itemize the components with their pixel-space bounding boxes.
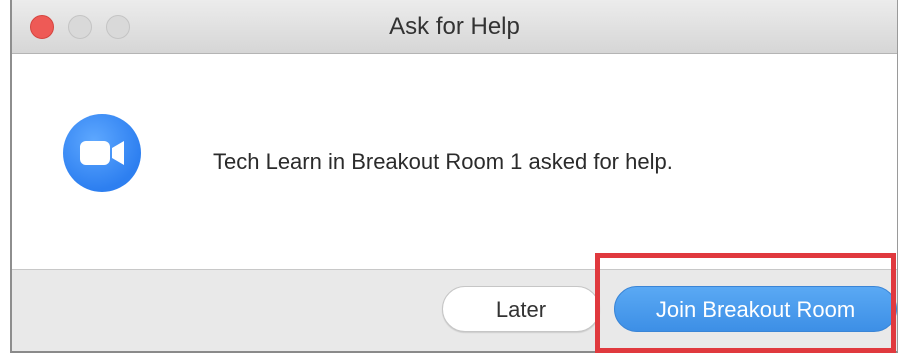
dialog-footer: Later Join Breakout Room bbox=[12, 269, 897, 351]
dialog-body: Tech Learn in Breakout Room 1 asked for … bbox=[12, 54, 897, 269]
window-title: Ask for Help bbox=[389, 13, 520, 40]
later-button[interactable]: Later bbox=[442, 286, 600, 332]
ask-for-help-dialog: Ask for Help Tech Learn in Breakout Room… bbox=[10, 0, 898, 353]
title-bar[interactable]: Ask for Help bbox=[12, 0, 897, 54]
zoom-video-camera-icon bbox=[63, 114, 141, 192]
help-request-message: Tech Learn in Breakout Room 1 asked for … bbox=[213, 149, 673, 174]
join-breakout-room-button[interactable]: Join Breakout Room bbox=[614, 286, 897, 332]
